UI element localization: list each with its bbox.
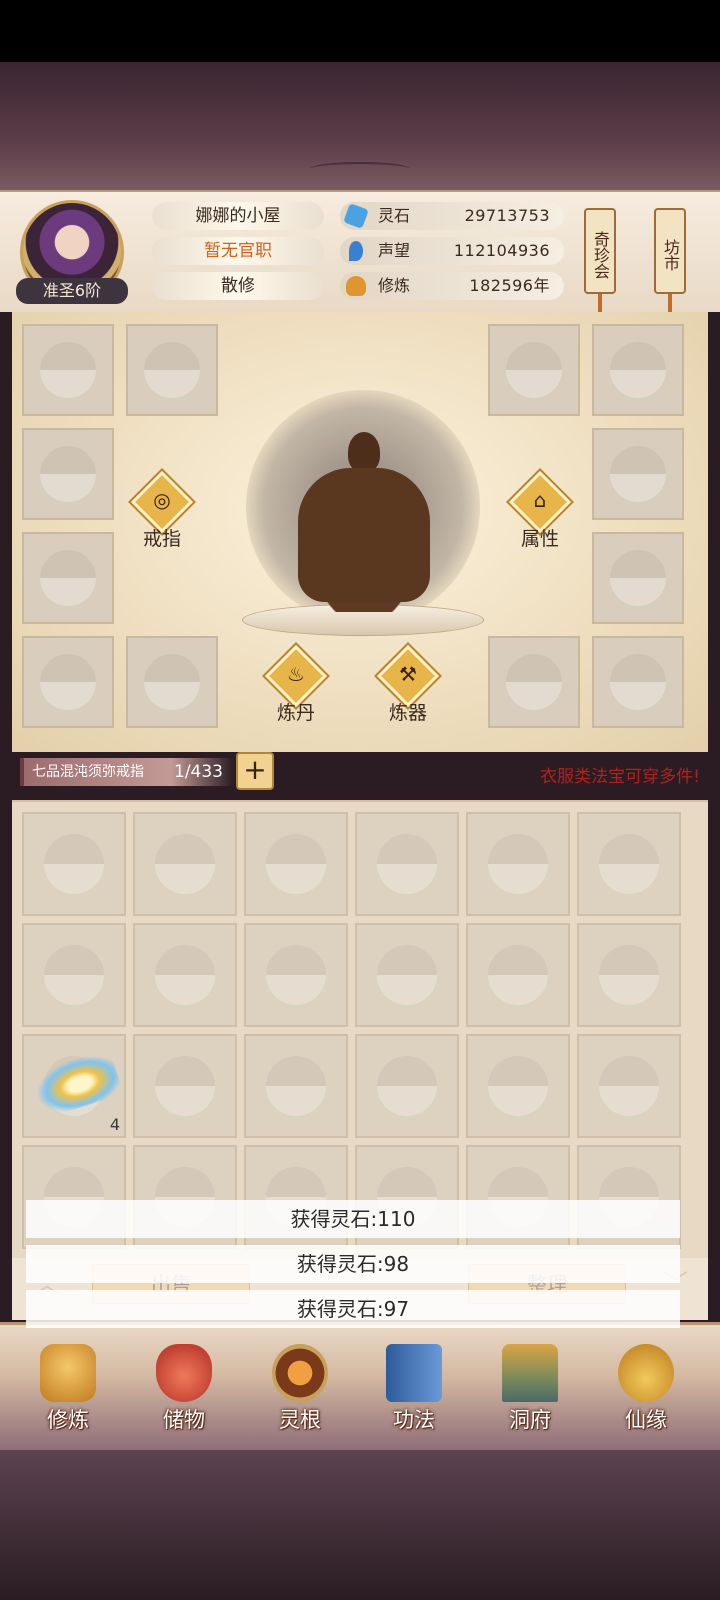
- attribute-button-label: 属性: [520, 528, 559, 550]
- reward-toast: 获得灵石:98: [26, 1245, 680, 1283]
- forge-button-label: 炼器: [388, 702, 427, 724]
- cave-mansion-icon: [502, 1344, 558, 1402]
- ring-icon: ◎: [153, 488, 171, 512]
- bottom-decor-band: [0, 1450, 720, 1600]
- inventory-slot-with-item[interactable]: 4: [22, 1034, 126, 1138]
- ring-capacity: 1/433: [174, 762, 223, 782]
- rank-badge: 准圣6阶: [16, 278, 128, 304]
- inventory-slot[interactable]: [133, 923, 237, 1027]
- resource-spirit-stone: 灵石 29713753: [340, 202, 564, 230]
- inventory-slot[interactable]: [244, 812, 348, 916]
- nav-label: 功法: [393, 1408, 435, 1432]
- alchemy-button[interactable]: ♨ 炼丹: [264, 644, 328, 724]
- inventory-slot[interactable]: [466, 812, 570, 916]
- inventory-slot[interactable]: [133, 1034, 237, 1138]
- equip-slot[interactable]: [592, 532, 684, 624]
- nav-immortal-fate[interactable]: 仙缘: [596, 1340, 696, 1440]
- attribute-hat-icon: ⌂: [533, 488, 547, 512]
- inventory-slot[interactable]: [466, 1034, 570, 1138]
- meditation-icon: [346, 276, 366, 296]
- nav-spirit-root[interactable]: 灵根: [250, 1340, 350, 1440]
- forge-anvil-icon: ⚒: [399, 662, 417, 686]
- resource-label: 声望: [378, 241, 411, 260]
- spirit-feather-item-icon: [26, 1045, 124, 1121]
- resource-value: 182596年: [469, 276, 550, 295]
- inventory-slot[interactable]: [466, 923, 570, 1027]
- inventory-slot[interactable]: [577, 923, 681, 1027]
- nav-label: 灵根: [279, 1408, 321, 1432]
- official-title[interactable]: 暂无官职: [152, 237, 324, 265]
- equip-slot[interactable]: [22, 324, 114, 416]
- equip-slot[interactable]: [22, 428, 114, 520]
- equip-slot[interactable]: [488, 324, 580, 416]
- reward-toast: 获得灵石:110: [26, 1200, 680, 1238]
- resource-value: 112104936: [453, 241, 550, 260]
- immortal-gourd-icon: [618, 1344, 674, 1402]
- cultivation-monk-icon: [40, 1344, 96, 1402]
- alchemy-button-label: 炼丹: [276, 702, 315, 724]
- spirit-root-icon: [272, 1344, 328, 1402]
- figure-head: [348, 432, 380, 472]
- inventory-slot[interactable]: [244, 923, 348, 1027]
- item-count: 4: [109, 1115, 120, 1134]
- inventory-slot[interactable]: [577, 1034, 681, 1138]
- resource-value: 29713753: [464, 206, 550, 225]
- inventory-slot[interactable]: [577, 812, 681, 916]
- nav-storage[interactable]: 储物: [134, 1340, 234, 1440]
- ornament: [310, 162, 410, 176]
- equip-slot[interactable]: [592, 428, 684, 520]
- equip-slot[interactable]: [126, 324, 218, 416]
- equip-slot[interactable]: [592, 636, 684, 728]
- technique-book-icon: [386, 1344, 442, 1402]
- nav-cultivation[interactable]: 修炼: [18, 1340, 118, 1440]
- equip-slot[interactable]: [592, 324, 684, 416]
- inventory-slot[interactable]: [244, 1034, 348, 1138]
- status-bar: [0, 0, 720, 62]
- ring-button-label: 戒指: [142, 528, 181, 550]
- spirit-stone-icon: [343, 203, 369, 229]
- inventory-slot[interactable]: [355, 812, 459, 916]
- resource-label: 灵石: [378, 206, 411, 225]
- cultivator-type: 散修: [152, 272, 324, 300]
- reward-toast: 获得灵石:97: [26, 1290, 680, 1328]
- meditating-character-silhouette: [284, 432, 444, 612]
- figure-body: [298, 468, 430, 602]
- attribute-button[interactable]: ⌂ 属性: [508, 470, 572, 550]
- nav-label: 修炼: [47, 1408, 89, 1432]
- treasure-fair-button[interactable]: 奇珍会: [584, 208, 616, 294]
- nav-cave-mansion[interactable]: 洞府: [480, 1340, 580, 1440]
- forge-button[interactable]: ⚒ 炼器: [376, 644, 440, 724]
- market-button[interactable]: 坊市: [654, 208, 686, 294]
- nav-label: 仙缘: [625, 1408, 667, 1432]
- equip-hint-text: 衣服类法宝可穿多件!: [540, 767, 700, 787]
- nav-label: 储物: [163, 1408, 205, 1432]
- ring-name: 七品混沌须弥戒指: [32, 764, 144, 780]
- inventory-slot[interactable]: [22, 923, 126, 1027]
- storage-bag-icon: [156, 1344, 212, 1402]
- top-decor-band: [0, 62, 720, 190]
- equip-slot[interactable]: [22, 532, 114, 624]
- equip-slot[interactable]: [22, 636, 114, 728]
- tassel-decor: [598, 294, 602, 314]
- inventory-slot[interactable]: [355, 1034, 459, 1138]
- equip-slot[interactable]: [488, 636, 580, 728]
- ring-button[interactable]: ◎ 戒指: [130, 470, 194, 550]
- equip-slot[interactable]: [126, 636, 218, 728]
- inventory-slot[interactable]: [133, 812, 237, 916]
- resource-label: 修炼: [378, 276, 411, 295]
- inventory-slot[interactable]: [22, 812, 126, 916]
- resource-reputation: 声望 112104936: [340, 237, 564, 265]
- nav-label: 洞府: [509, 1408, 551, 1432]
- resource-cultivation: 修炼 182596年: [340, 272, 564, 300]
- expand-capacity-button[interactable]: +: [236, 752, 274, 790]
- inventory-grid: 4: [12, 800, 708, 1258]
- reputation-flame-icon: [349, 241, 363, 261]
- inventory-slot[interactable]: [355, 923, 459, 1027]
- house-name[interactable]: 娜娜的小屋: [152, 202, 324, 230]
- alchemy-cauldron-icon: ♨: [287, 662, 305, 686]
- ring-capacity-bar: 七品混沌须弥戒指 1/433: [20, 758, 234, 786]
- tassel-decor: [668, 294, 672, 314]
- equipment-panel: ◎ 戒指 ⌂ 属性 ♨ 炼丹 ⚒ 炼器: [12, 312, 708, 752]
- nav-technique[interactable]: 功法: [364, 1340, 464, 1440]
